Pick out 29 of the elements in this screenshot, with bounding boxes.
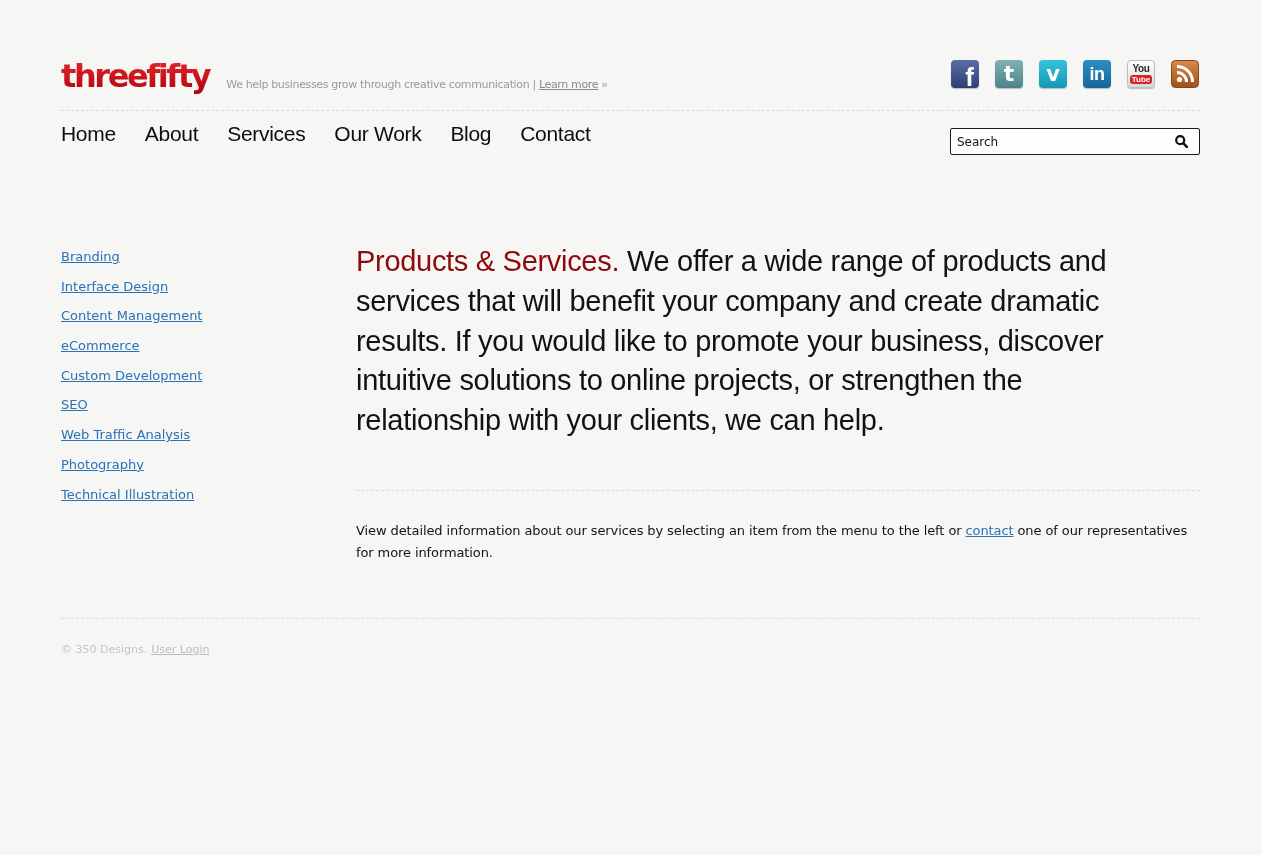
facebook-link[interactable]: f bbox=[951, 60, 979, 88]
nav-link[interactable]: Home bbox=[61, 120, 116, 148]
nav-link[interactable]: Our Work bbox=[334, 120, 422, 148]
rss-link[interactable] bbox=[1171, 60, 1199, 88]
sidebar-link[interactable]: Photography bbox=[61, 456, 144, 472]
linkedin-link[interactable]: in bbox=[1083, 60, 1111, 88]
youtube-link[interactable]: You Tube bbox=[1127, 60, 1155, 88]
sidebar-link[interactable]: SEO bbox=[61, 397, 88, 413]
sidebar-link[interactable]: Custom Development bbox=[61, 367, 203, 383]
sidebar-link[interactable]: Content Management bbox=[61, 308, 203, 324]
nav-link[interactable]: About bbox=[144, 120, 199, 148]
search-field[interactable]: Search bbox=[950, 128, 1200, 155]
sidebar-link[interactable]: Branding bbox=[61, 249, 120, 264]
contact-link[interactable]: contact bbox=[965, 523, 1014, 538]
nav-link[interactable]: Services bbox=[227, 120, 306, 148]
vimeo-link[interactable]: v bbox=[1039, 60, 1067, 88]
sidebar-link[interactable]: Interface Design bbox=[61, 278, 169, 294]
sidebar-link[interactable]: eCommerce bbox=[61, 338, 140, 354]
sidebar-link[interactable]: Web Traffic Analysis bbox=[61, 427, 191, 443]
tagline-text: We help businesses grow through creative communication | Learn more » bbox=[226, 78, 608, 91]
twitter-link[interactable]: t bbox=[995, 60, 1023, 88]
nav-link[interactable]: Blog bbox=[450, 120, 492, 148]
search-icon[interactable] bbox=[1175, 135, 1188, 148]
intro-text: Products & Services. We offer a wide range of products and services that will benefit your company and create dramatic results. If you would like to promote your business, discover intuitive solutions to online projects, or strengthen the relationship with your clients, we can help. bbox=[356, 244, 1108, 439]
rss-icon bbox=[1171, 60, 1199, 88]
nav-link[interactable]: Contact bbox=[520, 120, 591, 148]
learn-more-link[interactable]: Learn more bbox=[538, 78, 599, 91]
body-text: View detailed information about our services by selecting an item from the menu to the left or contact one of our representatives for more information. bbox=[356, 522, 1189, 562]
sidebar-link[interactable]: Technical Illustration bbox=[61, 486, 195, 502]
